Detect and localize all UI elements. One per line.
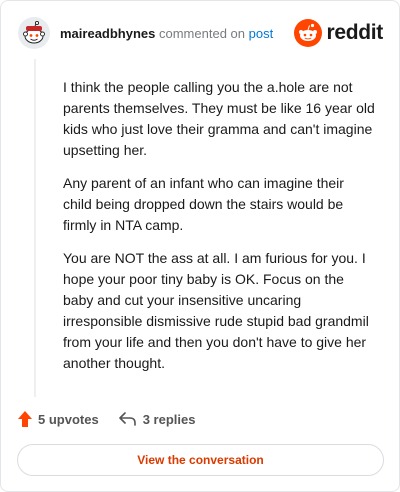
comment-actions: 5 upvotes 3 replies xyxy=(18,408,195,430)
username-link[interactable]: maireadbhynes xyxy=(60,26,155,41)
thread-line xyxy=(34,59,36,397)
comment-paragraph: You are NOT the ass at all. I am furious… xyxy=(63,250,369,371)
comment-paragraph: I think the people calling you the a.hol… xyxy=(63,79,375,158)
upvotes-button[interactable]: 5 upvotes xyxy=(18,411,99,427)
avatar[interactable] xyxy=(18,17,50,49)
replies-count: 3 replies xyxy=(142,411,196,427)
byline: maireadbhynes commented on post xyxy=(60,26,273,41)
reddit-wordmark: reddit xyxy=(326,21,383,44)
reddit-logo-icon xyxy=(294,19,323,47)
reddit-logo[interactable]: reddit xyxy=(294,18,383,48)
comment-embed-card: maireadbhynes commented on post reddit I… xyxy=(0,0,400,492)
comment-body: I think the people calling you the a.hol… xyxy=(63,77,375,386)
snoo-avatar-icon xyxy=(18,17,50,49)
view-conversation-button[interactable]: View the conversation xyxy=(17,444,384,476)
post-link[interactable]: post xyxy=(249,26,274,41)
comment-paragraph: Any parent of an infant who can imagine … xyxy=(63,175,344,233)
upvotes-count: 5 upvotes xyxy=(38,411,99,427)
replies-button[interactable]: 3 replies xyxy=(118,411,196,427)
comment-header: maireadbhynes commented on post reddit xyxy=(18,17,383,49)
commented-on-text: commented on xyxy=(159,26,245,41)
upvote-arrow-icon xyxy=(18,411,32,427)
reply-arrow-icon xyxy=(118,412,136,426)
